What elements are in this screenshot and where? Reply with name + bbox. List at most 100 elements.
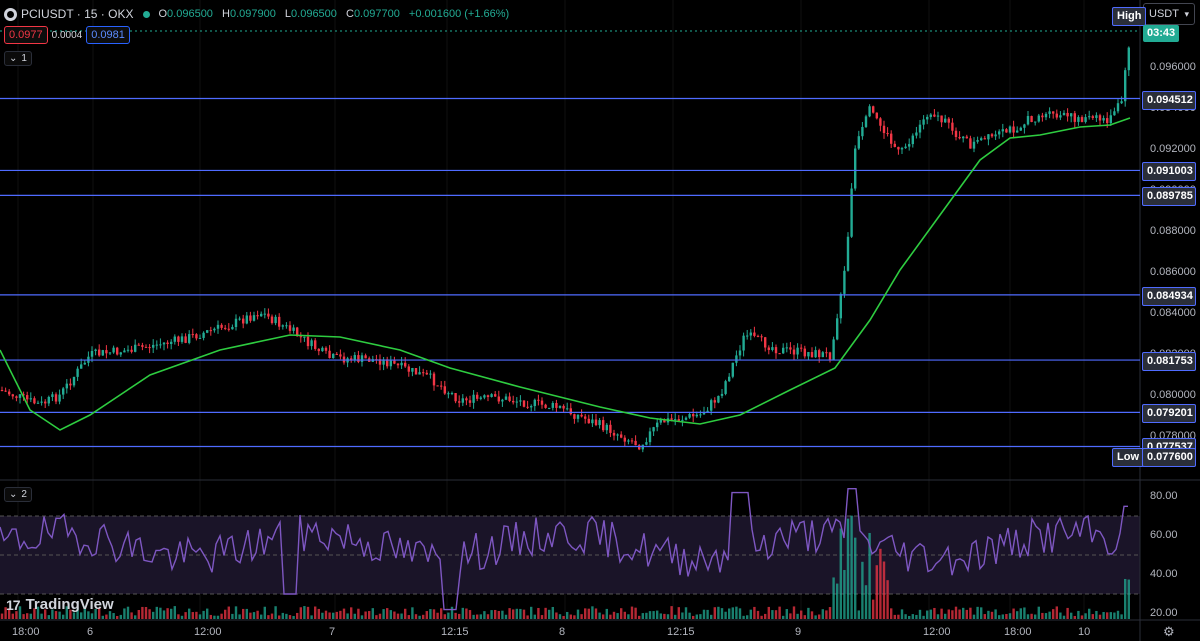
volume-bar [782, 615, 785, 619]
candle-body [990, 134, 994, 137]
candle-body [731, 362, 734, 377]
change-value: +0.001600 (+1.66%) [408, 8, 510, 20]
volume-bar [616, 613, 619, 619]
time-axis-label: 12:00 [923, 626, 951, 638]
candle-body [18, 394, 22, 398]
candle-body [1048, 111, 1051, 114]
volume-bar [1048, 611, 1051, 619]
candle-body [933, 114, 936, 117]
volume-bar [800, 610, 803, 619]
volume-bar [339, 610, 342, 619]
candle-body [173, 336, 176, 342]
buy-button[interactable]: 0.0981 [86, 26, 130, 44]
candle-body [15, 396, 18, 398]
volume-bar [573, 615, 576, 619]
time-axis-label: 18:00 [1004, 626, 1032, 638]
candle-body [11, 394, 14, 397]
volume-bar [483, 611, 486, 619]
candle-body [638, 445, 641, 450]
candle-body [310, 340, 313, 347]
chart-canvas[interactable] [0, 0, 1200, 641]
volume-bar [0, 613, 4, 619]
rsi-axis-label: 60.00 [1150, 528, 1178, 541]
volume-bar [767, 606, 770, 619]
candle-body [980, 138, 983, 141]
candle-body [494, 394, 497, 397]
candle-body [504, 396, 508, 400]
rsi-pane-toggle[interactable]: ⌄ 2 [4, 487, 32, 502]
candle-body [292, 327, 295, 331]
candle-body [699, 414, 702, 416]
volume-bar [1030, 613, 1033, 619]
volume-bar [663, 613, 666, 619]
candle-body [695, 414, 698, 417]
candle-body [922, 119, 925, 125]
volume-bar [404, 608, 407, 619]
volume-bar [562, 615, 565, 619]
volume-bar [238, 614, 241, 619]
tradingview-logo-icon: 17 [6, 596, 21, 613]
volume-bar [80, 612, 83, 619]
time-axis-label: 10 [1078, 626, 1091, 638]
main-pane-toggle[interactable]: ⌄ 1 [4, 51, 32, 66]
candle-body [119, 352, 122, 355]
currency-selector[interactable]: USDT ▾ [1143, 3, 1195, 25]
volume-bar [1052, 609, 1055, 619]
candle-body [710, 400, 713, 411]
volume-bar [242, 608, 245, 619]
rsi-axis-label: 20.00 [1150, 606, 1178, 619]
candle-body [116, 347, 119, 355]
price-axis-label: 0.084000 [1150, 307, 1196, 319]
volume-bar [407, 615, 410, 619]
candle-body [26, 395, 29, 400]
settings-icon[interactable]: ⚙ [1163, 624, 1175, 640]
high-tag: High [1112, 7, 1147, 26]
symbol-legend[interactable]: PCIUSDT · 15 · OKX O0.096500 H0.097900 L… [4, 4, 515, 24]
volume-bar [22, 614, 25, 619]
level-price-tag: 0.091003 [1142, 162, 1196, 182]
candle-body [1095, 115, 1098, 118]
volume-bar [926, 610, 929, 619]
volume-bar [436, 612, 439, 619]
volume-bar [846, 518, 850, 619]
candle-body [414, 368, 418, 375]
candle-body [926, 116, 929, 120]
time-axis-label: 12:15 [667, 626, 695, 638]
volume-bar [908, 615, 911, 619]
candle-body [1023, 124, 1026, 128]
volume-bar [656, 610, 659, 619]
candle-body [238, 318, 241, 320]
chevron-down-icon: ⌄ [9, 53, 18, 64]
candle-body [584, 416, 587, 419]
candle-body [890, 133, 893, 144]
candle-body [573, 414, 576, 419]
volume-bar [144, 607, 148, 619]
candle-body [1116, 103, 1120, 112]
candle-body [69, 383, 72, 386]
candle-body [461, 398, 464, 403]
volume-bar [998, 615, 1001, 619]
volume-bar [26, 613, 29, 619]
candle-body [605, 424, 608, 431]
volume-bar [965, 609, 968, 619]
candle-body [389, 360, 392, 367]
low-value-tag: 0.077600 [1142, 448, 1196, 467]
candle-body [800, 347, 803, 349]
candle-body [634, 440, 637, 446]
sell-button[interactable]: 0.0977 [4, 26, 48, 44]
candle-body [785, 347, 788, 349]
candle-body [51, 394, 54, 397]
volume-bar [566, 611, 569, 619]
volume-bar [458, 613, 461, 619]
volume-bar [886, 580, 889, 619]
volume-bar [702, 609, 706, 619]
volume-bar [915, 614, 918, 619]
volume-bar [432, 609, 436, 619]
volume-bar [141, 606, 144, 619]
volume-bar [936, 614, 940, 619]
candle-body [321, 347, 324, 352]
volume-bar [1037, 606, 1040, 619]
symbol-title[interactable]: PCIUSDT · 15 · OKX [21, 7, 133, 21]
candle-body [580, 414, 583, 417]
candle-body [80, 364, 83, 369]
